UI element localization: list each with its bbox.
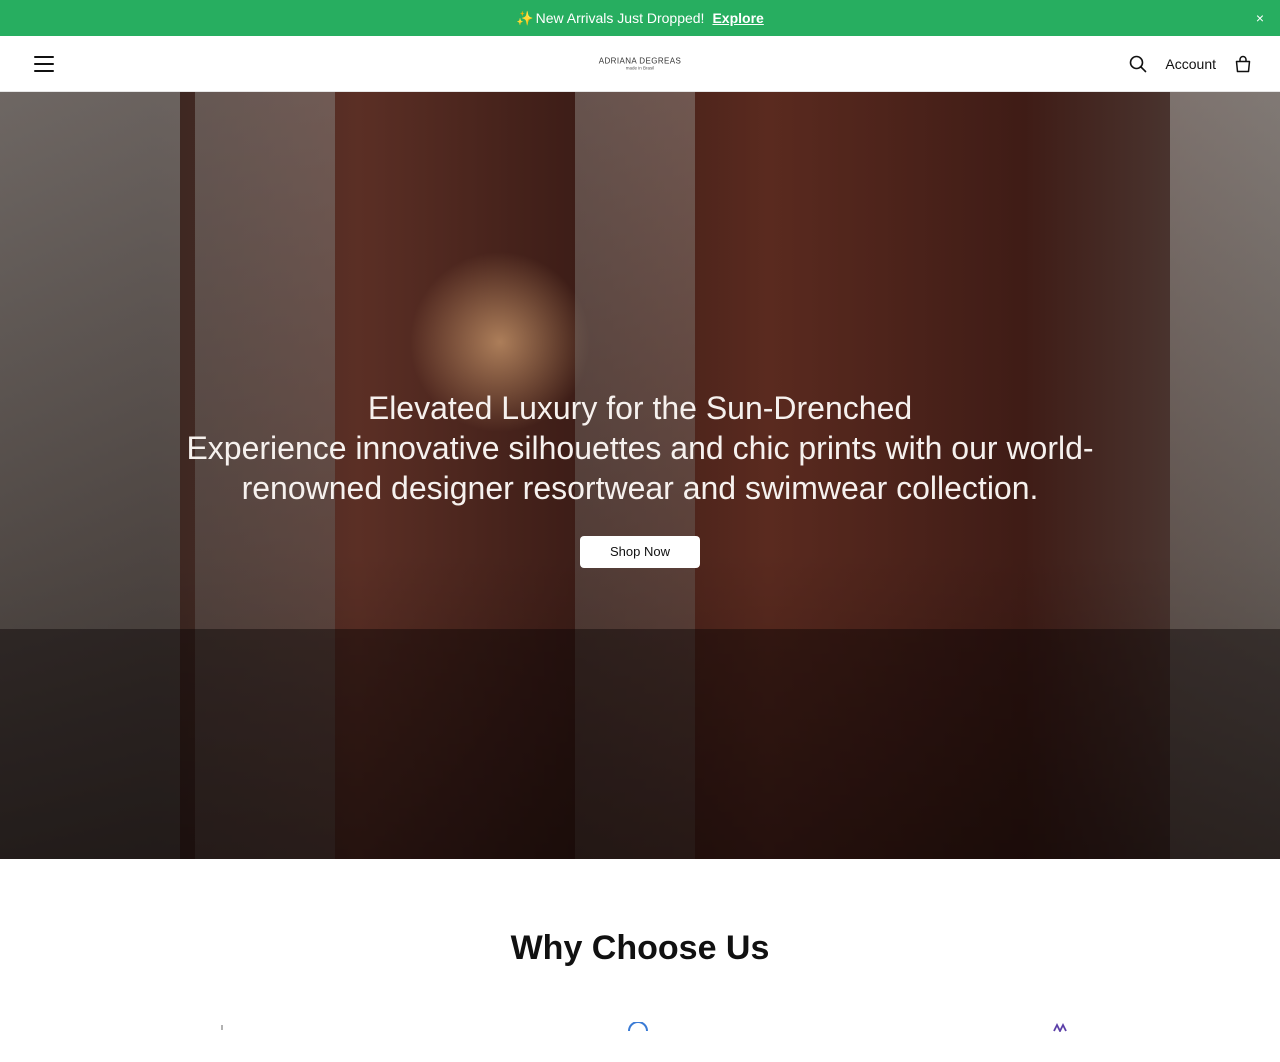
announcement-text: New Arrivals Just Dropped! <box>535 10 705 26</box>
hero-banner: Elevated Luxury for the Sun-Drenched Exp… <box>0 92 1280 859</box>
close-icon[interactable]: × <box>1256 10 1264 26</box>
sparkle-icon: ✨ <box>516 9 534 26</box>
account-link[interactable]: Account <box>1165 56 1216 72</box>
bag-icon[interactable] <box>1234 55 1252 73</box>
announcement-bar: ✨ New Arrivals Just Dropped! Explore × <box>0 0 1280 36</box>
brand-name: ADRIANA DEGREAS <box>598 55 682 65</box>
brand-logo[interactable]: ADRIANA DEGREAS made in Brasil <box>598 55 682 71</box>
brand-tagline: made in Brasil <box>625 64 655 70</box>
why-choose-us-section: Why Choose Us <box>0 859 1280 1062</box>
hero-background-floor <box>0 629 1280 859</box>
section-title: Why Choose Us <box>510 929 770 967</box>
site-header: ADRIANA DEGREAS made in Brasil Account <box>0 36 1280 92</box>
hero-subtitle: Experience innovative silhouettes and ch… <box>186 430 1094 506</box>
explore-link[interactable]: Explore <box>712 10 763 26</box>
hero-title: Elevated Luxury for the Sun-Drenched <box>367 390 913 426</box>
menu-icon[interactable] <box>34 55 54 72</box>
shop-now-button[interactable]: Shop Now <box>580 536 700 568</box>
search-icon[interactable] <box>1129 55 1147 73</box>
